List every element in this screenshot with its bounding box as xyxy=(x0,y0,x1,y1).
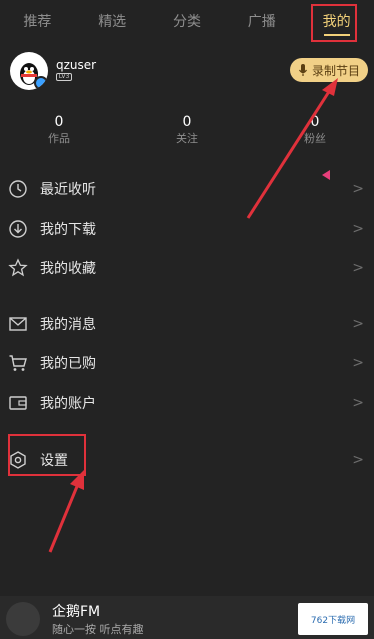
chevron-right-icon: > xyxy=(352,355,364,371)
menu-recent[interactable]: 最近收听 > xyxy=(0,171,374,207)
chevron-right-icon: > xyxy=(352,260,364,276)
clock-icon xyxy=(9,180,27,198)
download-icon xyxy=(9,220,27,238)
player-thumbnail xyxy=(6,602,40,636)
menu-downloads-label: 我的下载 xyxy=(40,222,96,238)
chevron-right-icon: > xyxy=(352,221,364,237)
mail-icon xyxy=(9,317,27,331)
chevron-right-icon: > xyxy=(352,452,364,468)
menu-account-label: 我的账户 xyxy=(40,396,96,412)
menu-purchased-label: 我的已购 xyxy=(40,356,96,372)
cart-icon xyxy=(9,355,27,371)
site-watermark: 762下载网 xyxy=(298,603,368,635)
menu-purchased[interactable]: 我的已购 > xyxy=(0,345,374,381)
chevron-right-icon: > xyxy=(352,181,364,197)
chevron-right-icon: > xyxy=(352,395,364,411)
star-icon xyxy=(8,258,28,277)
highlight-box-settings xyxy=(8,434,86,476)
player-subtitle: 随心一按 听点有趣 xyxy=(52,623,144,636)
menu-downloads[interactable]: 我的下载 > xyxy=(0,211,374,247)
menu-account[interactable]: 我的账户 > xyxy=(0,385,374,421)
player-title: 企鹅FM xyxy=(52,604,101,620)
wallet-icon xyxy=(9,396,27,410)
chevron-right-icon: > xyxy=(352,316,364,332)
menu-messages[interactable]: 我的消息 > xyxy=(0,306,374,342)
menu-favorites[interactable]: 我的收藏 > xyxy=(0,250,374,286)
menu-favorites-label: 我的收藏 xyxy=(40,261,96,277)
menu-messages-label: 我的消息 xyxy=(40,317,96,333)
menu-recent-label: 最近收听 xyxy=(40,182,96,198)
